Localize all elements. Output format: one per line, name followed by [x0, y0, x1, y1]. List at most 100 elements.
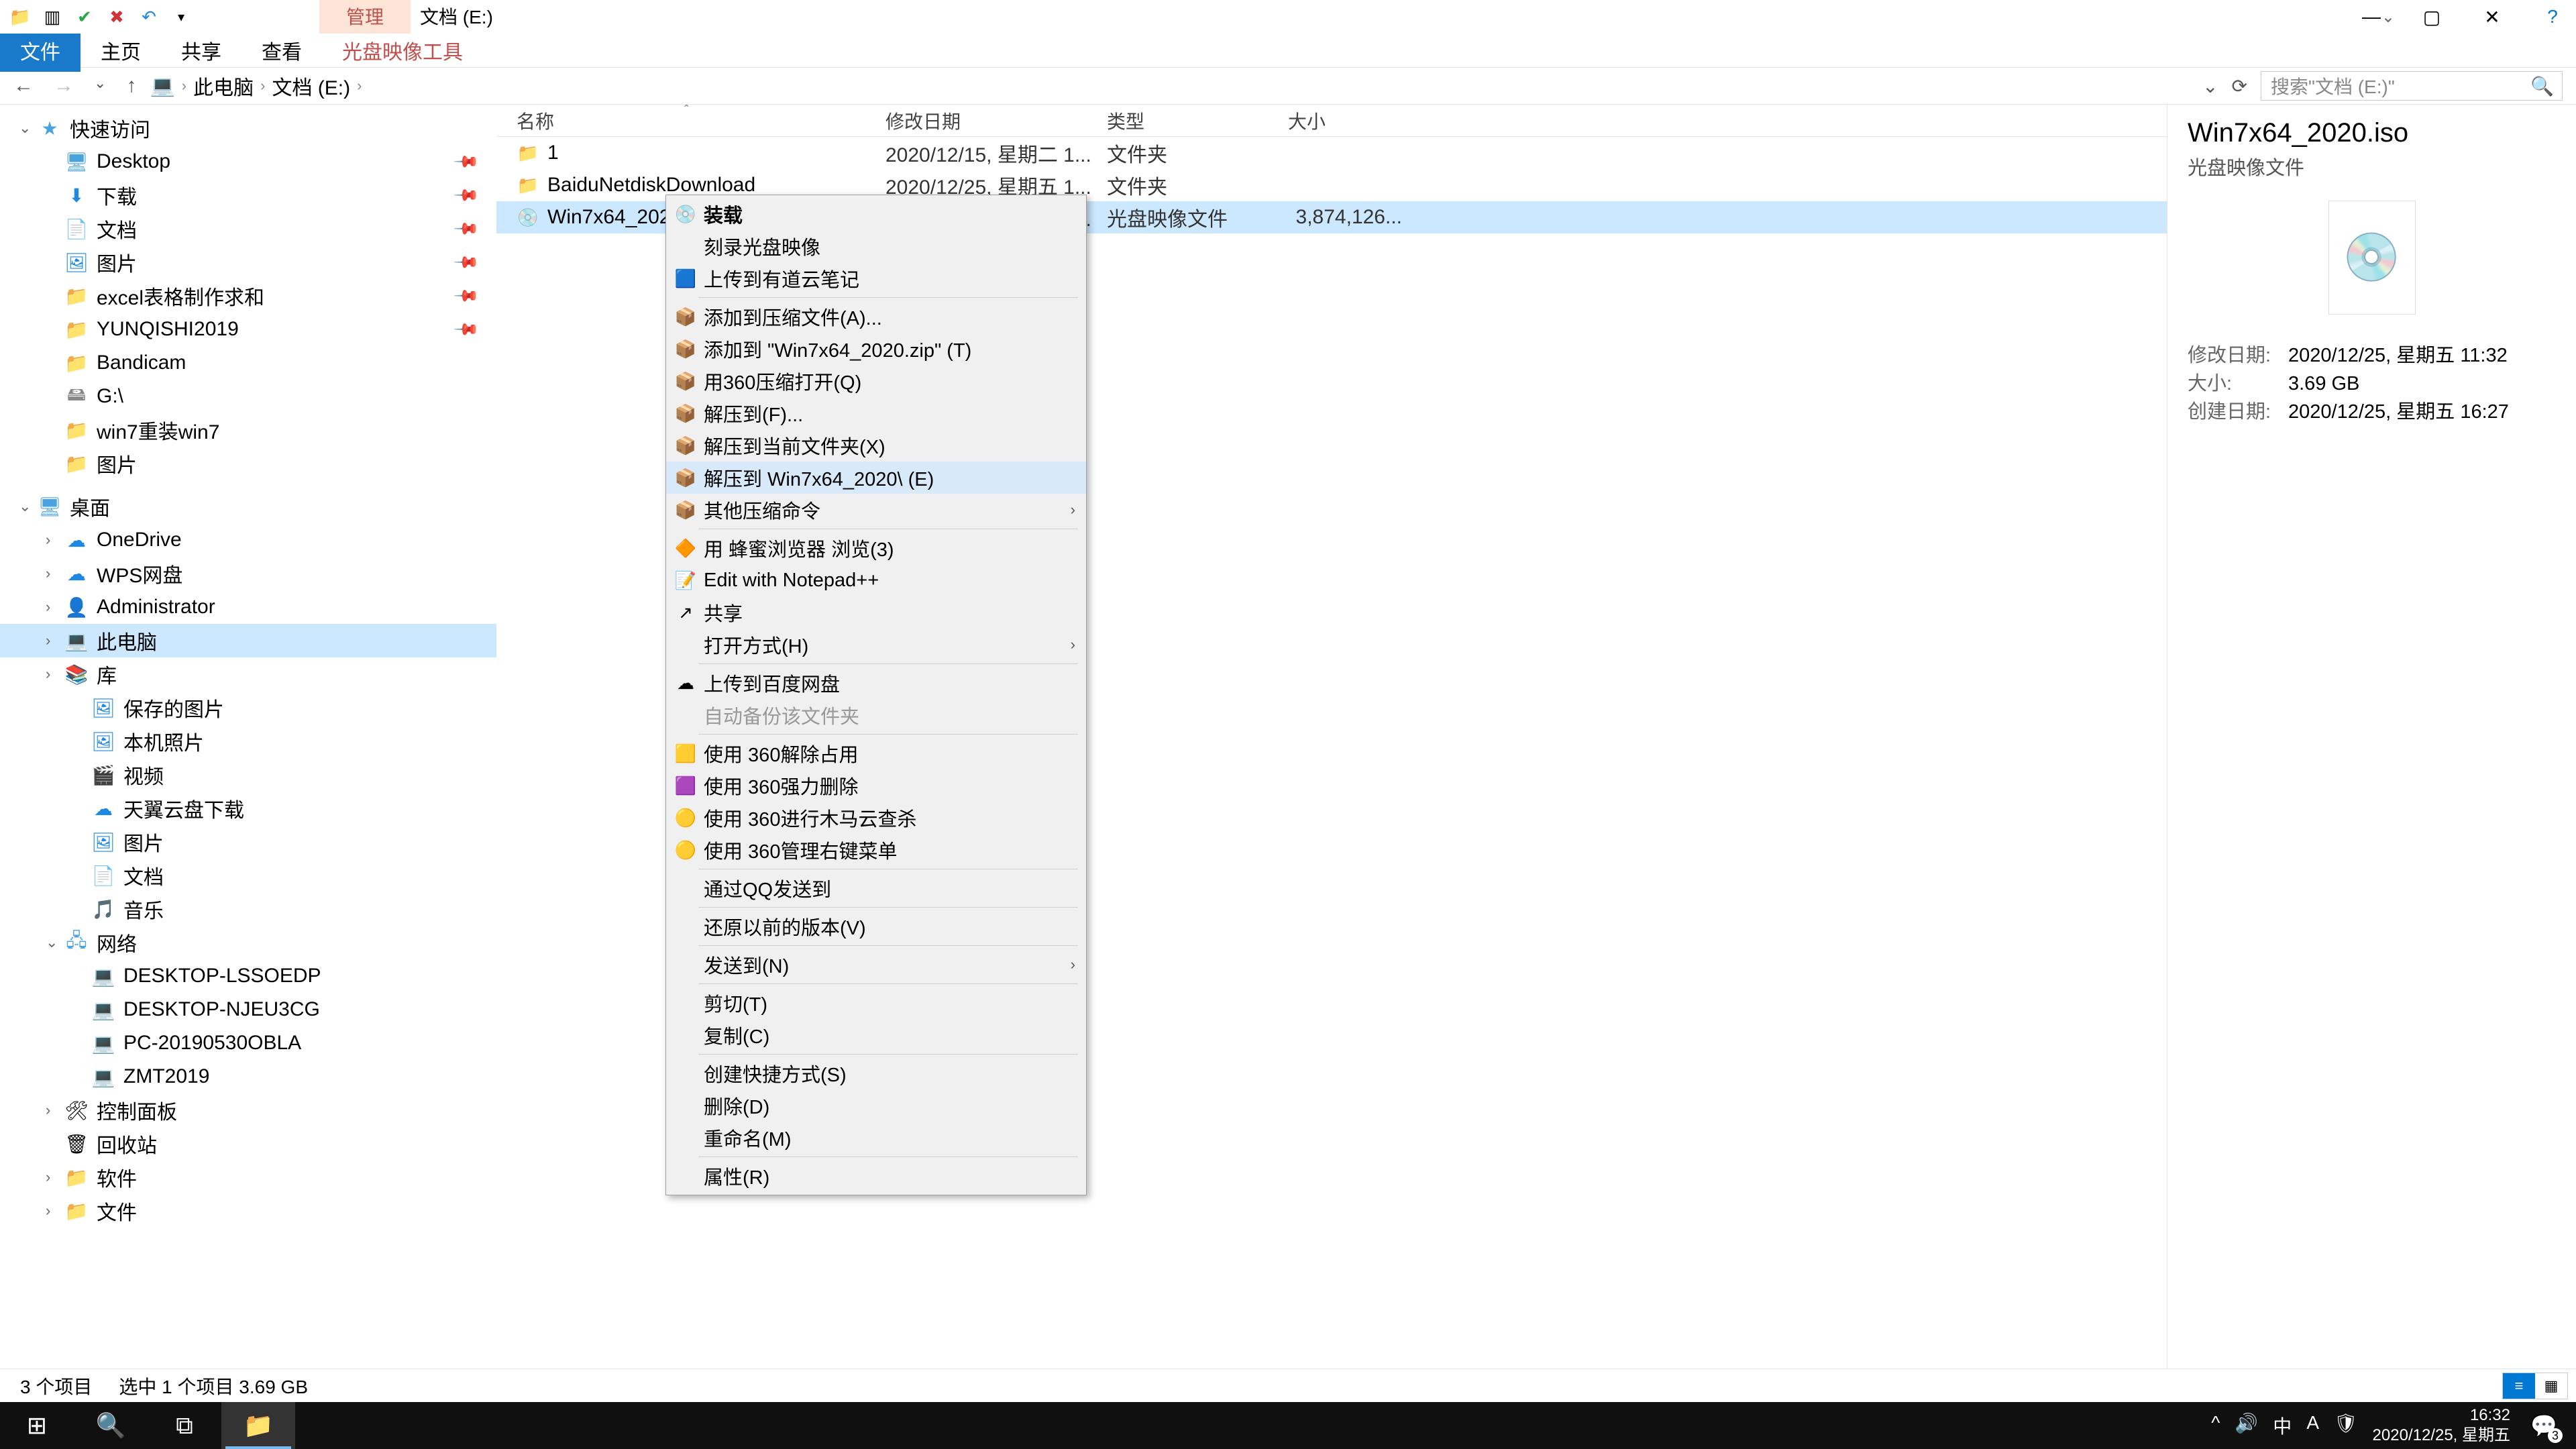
tray-ime-mode[interactable]: A [2306, 1412, 2319, 1439]
tree-network[interactable]: ⌄ 🖧 网络 [0, 926, 496, 959]
qat-new-folder-icon[interactable]: ✔ [72, 5, 97, 29]
context-menu-item[interactable]: 复制(C) [666, 1019, 1086, 1051]
sidebar-quick-item[interactable]: 📁 Bandicam [0, 346, 496, 380]
context-menu-item[interactable]: 属性(R) [666, 1160, 1086, 1192]
sidebar-network-item[interactable]: 💻 PC-20190530OBLA [0, 1026, 496, 1060]
sidebar-network-item[interactable]: 💻 ZMT2019 [0, 1060, 496, 1093]
qat-undo-icon[interactable]: ↶ [137, 5, 161, 29]
tray-overflow-icon[interactable]: ^ [2211, 1412, 2220, 1439]
chevron-right-icon[interactable]: › [46, 632, 59, 649]
nav-up-button[interactable]: ↑ [126, 74, 136, 97]
chevron-right-icon[interactable]: › [46, 531, 59, 549]
qat-dropdown-icon[interactable]: ▾ [169, 5, 193, 29]
context-menu-item[interactable]: 🟪 使用 360强力删除 [666, 769, 1086, 802]
ribbon-tab-file[interactable]: 文件 [0, 29, 80, 72]
sidebar-library-item[interactable]: 📄 文档 [0, 859, 496, 892]
chevron-right-icon[interactable]: › [46, 1202, 59, 1220]
context-menu-item[interactable]: 重命名(M) [666, 1122, 1086, 1154]
notification-center-button[interactable]: 💬 3 [2525, 1407, 2563, 1444]
context-menu-item[interactable]: 剪切(T) [666, 987, 1086, 1019]
tree-desktop[interactable]: ⌄ 🖥 桌面 [0, 490, 496, 523]
context-tab-manage[interactable]: 管理 [319, 0, 411, 34]
tree-software[interactable]: › 📁 软件 [0, 1161, 496, 1194]
sidebar-quick-item[interactable]: 🖼 图片 📌 [0, 246, 496, 279]
taskbar-clock[interactable]: 16:32 2020/12/25, 星期五 [2373, 1405, 2510, 1446]
context-menu-item[interactable]: 📦 解压到(F)... [666, 397, 1086, 429]
sidebar-quick-item[interactable]: 📁 YUNQISHI2019 📌 [0, 313, 496, 346]
chevron-right-icon[interactable]: › [46, 598, 59, 616]
help-button[interactable]: ? [2536, 3, 2569, 30]
tray-network-icon[interactable]: 🛡 [2334, 1412, 2358, 1439]
sidebar-library-item[interactable]: 🖼 本机照片 [0, 724, 496, 758]
maximize-button[interactable]: ▢ [2415, 3, 2449, 30]
address-dropdown-icon[interactable]: ⌄ [2202, 75, 2218, 97]
sidebar-desktop-item[interactable]: › ☁ OneDrive [0, 523, 496, 557]
context-menu-item[interactable]: 📦 添加到 "Win7x64_2020.zip" (T) [666, 333, 1086, 365]
ribbon-tab-home[interactable]: 主页 [80, 29, 161, 72]
tree-quick-access[interactable]: ⌄ ★ 快速访问 [0, 111, 496, 145]
context-menu-item[interactable]: 刻录光盘映像 [666, 230, 1086, 262]
column-header-date[interactable]: 修改日期 [885, 107, 1107, 134]
file-list-area[interactable]: ˆ 名称 修改日期 类型 大小 📁1 2020/12/15, 星期二 1... … [496, 105, 2167, 1368]
chevron-right-icon[interactable]: › [46, 665, 59, 683]
context-menu-item[interactable]: 删除(D) [666, 1089, 1086, 1122]
ribbon-tab-view[interactable]: 查看 [241, 29, 322, 72]
nav-forward-button[interactable]: → [54, 74, 74, 97]
taskbar-explorer-button[interactable]: 📁 [221, 1402, 295, 1449]
sidebar-quick-item[interactable]: 📁 excel表格制作求和 📌 [0, 279, 496, 313]
sidebar-quick-item[interactable]: ⬇ 下载 📌 [0, 178, 496, 212]
navigation-tree[interactable]: ⌄ ★ 快速访问 🖥 Desktop 📌 ⬇ 下载 📌 📄 文档 📌 🖼 图片 … [0, 105, 496, 1368]
chevron-right-icon[interactable]: › [260, 77, 265, 95]
qat-delete-icon[interactable]: ✖ [105, 5, 129, 29]
context-menu-item[interactable]: 📦 解压到 Win7x64_2020\ (E) [666, 462, 1086, 494]
context-menu-item[interactable]: 🟡 使用 360进行木马云查杀 [666, 802, 1086, 834]
sidebar-desktop-item[interactable]: › 👤 Administrator [0, 590, 496, 624]
breadcrumb[interactable]: 💻 › 此电脑 › 文档 (E:) › [150, 71, 2189, 101]
chevron-right-icon[interactable]: › [46, 1102, 59, 1119]
breadcrumb-drive[interactable]: 文档 (E:) [272, 71, 350, 101]
ribbon-tab-disc-tool[interactable]: 光盘映像工具 [322, 29, 483, 72]
context-menu-item[interactable]: 📦 用360压缩打开(Q) [666, 365, 1086, 397]
column-header-size[interactable]: 大小 [1288, 107, 1422, 134]
start-button[interactable]: ⊞ [0, 1402, 74, 1449]
context-menu-item[interactable]: 📝 Edit with Notepad++ [666, 564, 1086, 596]
tree-recycle-bin[interactable]: 🗑 回收站 [0, 1127, 496, 1161]
search-input[interactable]: 搜索"文档 (E:)" 🔍 [2261, 71, 2563, 101]
sidebar-library-item[interactable]: 🖼 图片 [0, 825, 496, 859]
chevron-down-icon[interactable]: ⌄ [19, 119, 32, 137]
column-header-name[interactable]: 名称 [496, 107, 885, 134]
tray-ime-lang[interactable]: 中 [2273, 1412, 2292, 1439]
context-menu-item[interactable]: 🟨 使用 360解除占用 [666, 737, 1086, 769]
qat-properties-icon[interactable]: ▥ [40, 5, 64, 29]
task-view-button[interactable]: ⧉ [148, 1402, 221, 1449]
search-icon[interactable]: 🔍 [2530, 75, 2554, 97]
chevron-right-icon[interactable]: › [46, 565, 59, 582]
sidebar-quick-item[interactable]: 🖥 Desktop 📌 [0, 145, 496, 178]
view-details-button[interactable]: ≡ [2503, 1373, 2535, 1399]
sidebar-quick-item[interactable]: 📄 文档 📌 [0, 212, 496, 246]
sidebar-desktop-item[interactable]: › 📚 库 [0, 657, 496, 691]
sidebar-library-item[interactable]: 🎬 视频 [0, 758, 496, 792]
context-menu-item[interactable]: 🟡 使用 360管理右键菜单 [666, 834, 1086, 866]
tree-files[interactable]: › 📁 文件 [0, 1194, 496, 1228]
context-menu-item[interactable]: 📦 添加到压缩文件(A)... [666, 301, 1086, 333]
chevron-right-icon[interactable]: › [46, 1169, 59, 1186]
context-menu-item[interactable]: 📦 解压到当前文件夹(X) [666, 429, 1086, 462]
sidebar-desktop-item[interactable]: › 💻 此电脑 [0, 624, 496, 657]
sidebar-network-item[interactable]: 💻 DESKTOP-LSSOEDP [0, 959, 496, 993]
context-menu-item[interactable]: 📦 其他压缩命令 › [666, 494, 1086, 526]
context-menu-item[interactable]: 🔶 用 蜂蜜浏览器 浏览(3) [666, 532, 1086, 564]
tray-volume-icon[interactable]: 🔊 [2235, 1412, 2258, 1439]
chevron-down-icon[interactable]: ⌄ [19, 498, 32, 515]
context-menu-item[interactable]: 创建快捷方式(S) [666, 1057, 1086, 1089]
sidebar-quick-item[interactable]: 📁 win7重装win7 [0, 413, 496, 447]
nav-back-button[interactable]: ← [13, 74, 34, 97]
column-header-type[interactable]: 类型 [1107, 107, 1288, 134]
sidebar-library-item[interactable]: 🎵 音乐 [0, 892, 496, 926]
nav-history-dropdown[interactable]: ⌄ [94, 74, 106, 97]
context-menu-item[interactable]: 打开方式(H) › [666, 629, 1086, 661]
chevron-right-icon[interactable]: › [182, 77, 186, 95]
context-menu-item[interactable]: ☁ 上传到百度网盘 [666, 667, 1086, 699]
view-icons-button[interactable]: ▦ [2535, 1373, 2567, 1399]
refresh-icon[interactable]: ⟳ [2232, 75, 2247, 97]
